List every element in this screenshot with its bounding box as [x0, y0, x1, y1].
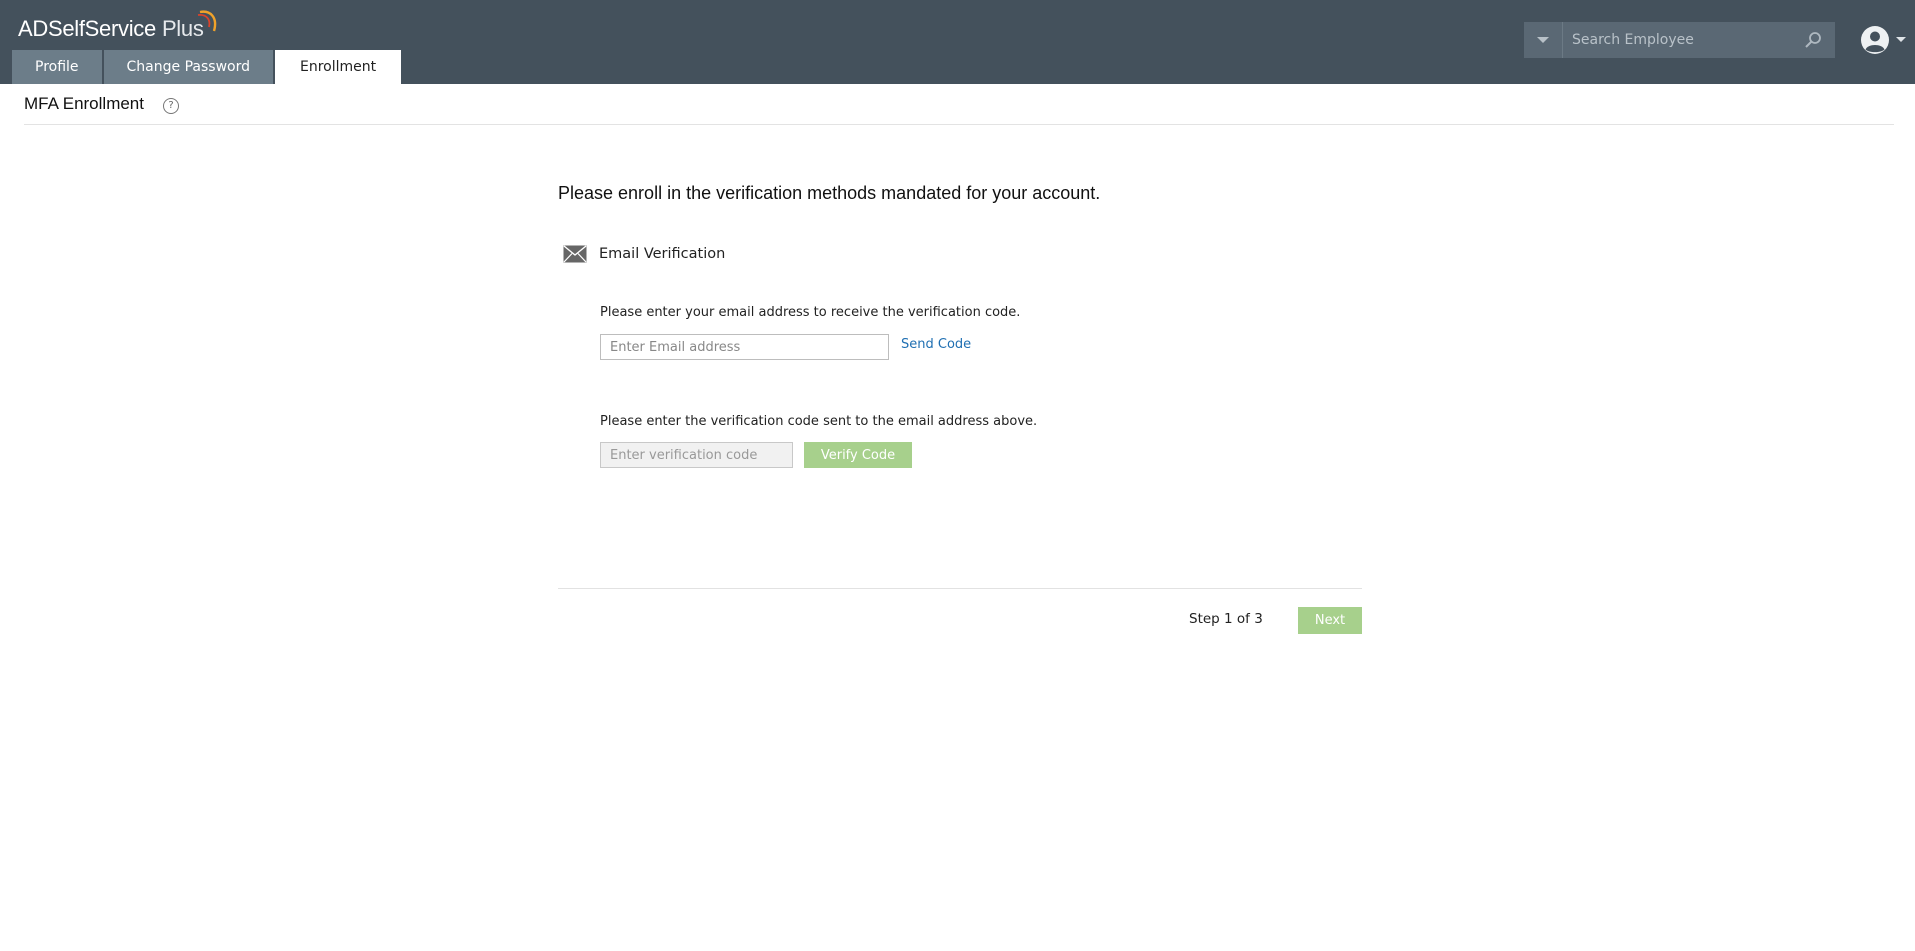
account-menu-chevron-icon[interactable]: [1896, 37, 1906, 42]
tab-enrollment[interactable]: Enrollment: [274, 50, 402, 84]
send-code-link[interactable]: Send Code: [901, 337, 971, 352]
verify-code-button[interactable]: Verify Code: [804, 442, 912, 468]
method-label: Email Verification: [599, 246, 726, 262]
search-filter-dropdown[interactable]: [1524, 22, 1563, 58]
tab-change-password[interactable]: Change Password: [103, 50, 273, 84]
verification-code-field[interactable]: [600, 442, 793, 468]
top-header-bar: ADSelfService Plus Profile Change Passwo…: [0, 0, 1915, 84]
user-avatar-icon[interactable]: [1860, 25, 1890, 55]
logo-arc-icon: [197, 10, 216, 32]
email-field[interactable]: [600, 334, 889, 360]
app-logo[interactable]: ADSelfService Plus: [18, 10, 216, 44]
envelope-icon: [563, 245, 587, 263]
search-icon[interactable]: [1803, 30, 1823, 50]
enrollment-intro: Please enroll in the verification method…: [558, 183, 1101, 203]
search-input[interactable]: [1572, 22, 1792, 58]
next-button[interactable]: Next: [1298, 607, 1362, 634]
page-title: MFA Enrollment: [24, 94, 144, 113]
chevron-down-icon: [1537, 37, 1549, 43]
email-prompt: Please enter your email address to recei…: [600, 305, 1021, 320]
email-verification-method: Email Verification: [558, 244, 725, 264]
code-prompt: Please enter the verification code sent …: [600, 414, 1038, 429]
page-header: MFA Enrollment ?: [24, 92, 1894, 125]
help-icon[interactable]: ?: [163, 98, 179, 114]
employee-search: [1524, 22, 1835, 58]
app-title: ADSelfService: [18, 16, 156, 41]
step-indicator: Step 1 of 3: [1189, 611, 1263, 627]
tab-profile[interactable]: Profile: [12, 50, 102, 84]
main-tabs: Profile Change Password Enrollment: [12, 50, 403, 84]
footer-divider: [558, 588, 1362, 589]
